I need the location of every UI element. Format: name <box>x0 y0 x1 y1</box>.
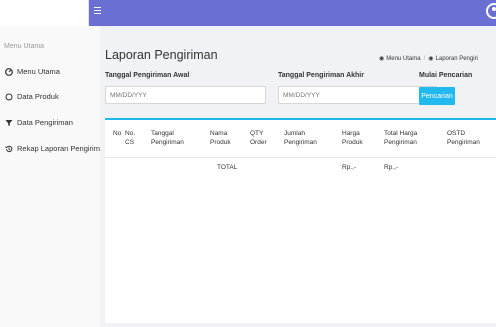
column-header: Tanggal Pengiriman <box>151 130 184 146</box>
sidebar-item-label: Menu Utama <box>17 67 60 76</box>
breadcrumb-separator: / <box>423 55 426 62</box>
column-header: No. CS <box>125 130 136 146</box>
total-harga-pengiriman: Rp.,- <box>384 164 399 171</box>
report-table: No No. CS Tanggal Pengiriman Nama Produk QT… <box>105 118 496 323</box>
sidebar: Menu Utama Menu Utama Data Produk Data P… <box>0 26 108 327</box>
column-header: Jumlah Pengiriman <box>284 130 317 146</box>
sidebar-item-data-produk[interactable]: Data Produk <box>4 92 59 101</box>
brand-area <box>0 0 89 26</box>
dashboard-icon: ◉ <box>379 56 385 62</box>
table-header-divider <box>105 157 496 158</box>
breadcrumb-current: Laporan Pengiri <box>435 55 478 62</box>
search-button[interactable]: Pencarian <box>419 87 455 105</box>
sidebar-item-label: Data Pengiriman <box>17 118 73 127</box>
end-date-label: Tanggal Pengiriman Akhir <box>278 72 364 79</box>
column-header: OSTD Pengiriman <box>447 130 480 146</box>
dashboard-icon <box>4 67 13 76</box>
sidebar-header: Menu Utama <box>4 43 45 50</box>
total-label: TOTAL <box>217 164 238 171</box>
column-header: QTY Order <box>250 130 267 146</box>
history-icon <box>4 144 13 153</box>
hamburger-menu-icon[interactable] <box>94 5 106 17</box>
breadcrumb-link-menu-utama[interactable]: Menu Utama <box>386 56 420 62</box>
start-date-input[interactable] <box>105 86 266 104</box>
sidebar-item-label: Data Produk <box>17 92 59 101</box>
breadcrumb: ◉ Menu Utama / ◉ Laporan Pengiri <box>379 55 478 63</box>
sidebar-item-rekap-laporan[interactable]: Rekap Laporan Pengiriman <box>4 144 108 153</box>
column-header: Total Harga Pengiriman <box>384 130 418 146</box>
sidebar-item-menu-utama[interactable]: Menu Utama <box>4 67 60 76</box>
sidebar-item-data-pengiriman[interactable]: Data Pengiriman <box>4 118 73 127</box>
main-content: Laporan Pengiriman ◉ Menu Utama / ◉ Lapo… <box>100 26 496 327</box>
top-navbar <box>0 0 496 26</box>
filter-icon <box>4 118 13 127</box>
total-harga-produk: Rp.,- <box>342 164 357 171</box>
column-header: Harga Produk <box>342 130 363 146</box>
column-header: Nama Produk <box>210 130 231 146</box>
page-title: Laporan Pengiriman <box>105 48 218 62</box>
end-date-input[interactable] <box>278 86 437 104</box>
sidebar-item-label: Rekap Laporan Pengiriman <box>17 144 109 153</box>
start-date-label: Tanggal Pengiriman Awal <box>105 72 190 79</box>
user-avatar[interactable] <box>486 3 496 19</box>
column-header: No <box>113 130 122 137</box>
search-label: Mulai Pencarian <box>419 72 473 79</box>
dashboard-icon: ◉ <box>428 56 434 62</box>
circle-icon <box>4 92 13 101</box>
